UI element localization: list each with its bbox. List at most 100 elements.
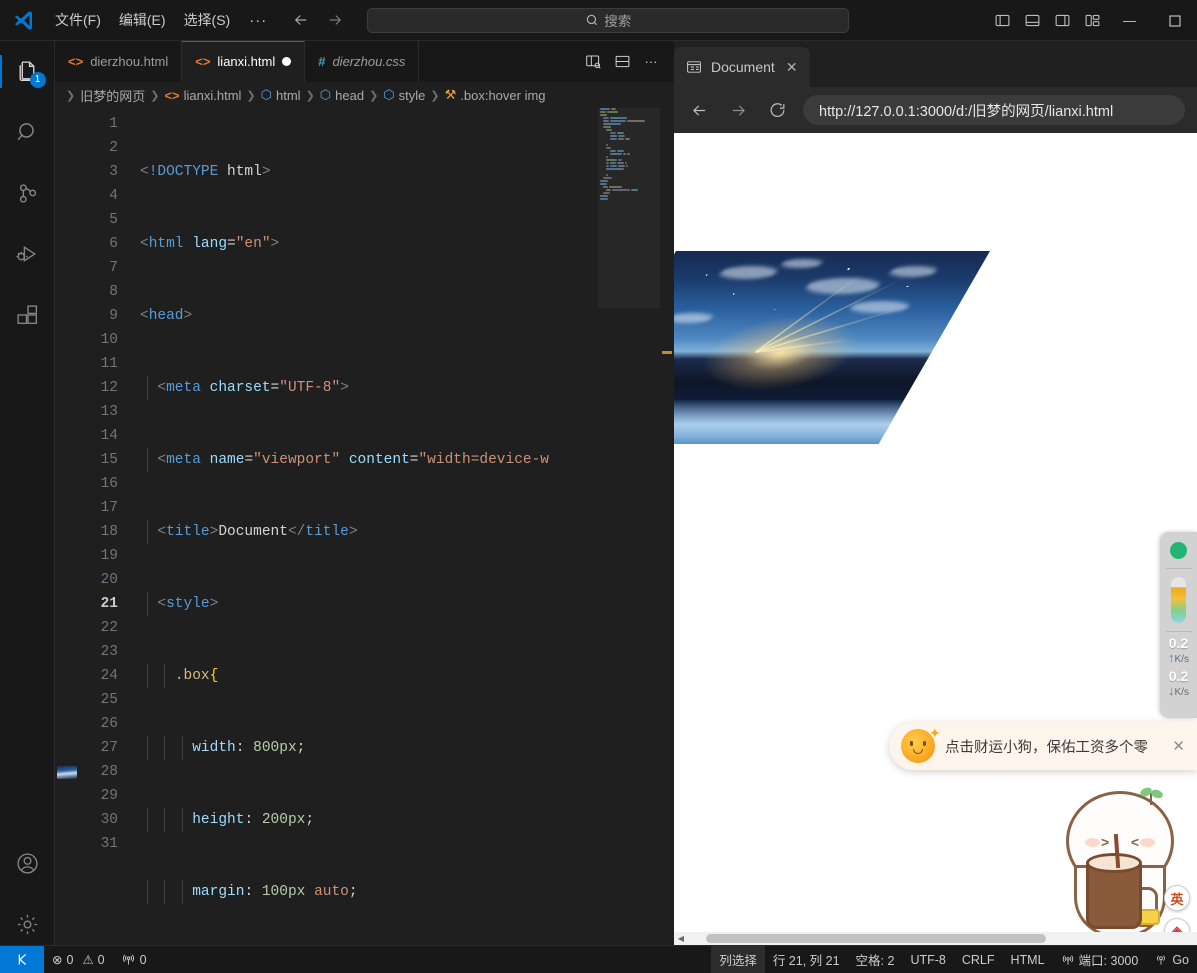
url-text: http://127.0.0.1:3000/d:/旧梦的网页/lianxi.ht…	[819, 103, 1114, 120]
minimap-slider[interactable]	[598, 108, 660, 308]
editor-tab-lianxi-html[interactable]: <> lianxi.html	[182, 41, 306, 82]
editor-scrollbar[interactable]	[660, 108, 674, 945]
menu-select[interactable]: 选择(S)	[175, 7, 240, 33]
window-minimize-button[interactable]: —	[1107, 0, 1152, 41]
menu-select-label: 选择(S)	[183, 12, 231, 28]
browser-horizontal-scrollbar[interactable]: ◀	[674, 932, 1197, 945]
ime-mode-badge[interactable]: 英	[1164, 885, 1190, 911]
code-content[interactable]: <!DOCTYPE html> <html lang="en"> <head> …	[140, 108, 674, 945]
line-number: 20	[100, 572, 118, 588]
sparkle-icon: ✦	[929, 725, 941, 741]
vscode-window: 文件(F) 编辑(E) 选择(S) ··· 搜索 — 1 <> dierzhou…	[0, 0, 1197, 973]
sidebar-item-source-control[interactable]	[0, 163, 55, 224]
search-icon	[17, 123, 34, 141]
status-eol[interactable]: CRLF	[954, 946, 1003, 973]
line-number: 24	[100, 668, 118, 684]
window-maximize-button[interactable]	[1152, 0, 1197, 41]
ime-mascot[interactable]: > < 英 ◈	[1060, 785, 1190, 945]
sidebar-item-explorer[interactable]: 1	[0, 41, 55, 102]
run-debug-icon	[16, 245, 36, 262]
code-line: <title>Document</title>	[140, 520, 674, 544]
breadcrumb-item-folder[interactable]: 旧梦的网页	[80, 86, 145, 105]
customize-layout-icon[interactable]	[1077, 6, 1107, 36]
status-language-mode[interactable]: HTML	[1003, 946, 1053, 973]
scroll-left-arrow-icon[interactable]: ◀	[674, 934, 688, 943]
line-number: 31	[100, 836, 118, 852]
line-number: 5	[109, 212, 118, 228]
titlebar-right-controls: —	[987, 0, 1197, 41]
source-control-icon	[19, 184, 36, 203]
sidebar-item-search[interactable]	[0, 102, 55, 163]
editor-more-actions-icon[interactable]: ···	[638, 49, 664, 75]
sun-eye-left	[910, 741, 913, 746]
breadcrumb-item-head[interactable]: ⬡ head	[320, 87, 364, 103]
html-file-icon: <>	[164, 87, 180, 103]
line-number: 14	[100, 428, 118, 444]
divider	[1165, 631, 1192, 632]
upload-unit: K/s	[1174, 653, 1189, 665]
unsaved-indicator-icon[interactable]	[282, 57, 292, 66]
ports-count: 0	[139, 952, 147, 967]
browser-back-icon[interactable]	[686, 97, 712, 123]
account-icon	[16, 853, 38, 874]
code-line: height: 200px;	[140, 808, 674, 832]
code-line: <!DOCTYPE html>	[140, 164, 271, 180]
go-back-icon[interactable]	[289, 8, 313, 32]
status-port-forward[interactable]: 端口: 3000	[1053, 946, 1147, 973]
go-live-label: Go	[1172, 952, 1189, 967]
menu-more-button[interactable]: ···	[239, 9, 277, 32]
close-icon[interactable]: ✕	[1172, 737, 1185, 755]
command-search-input[interactable]: 搜索	[367, 7, 850, 33]
toggle-panel-icon[interactable]	[1017, 6, 1047, 36]
code-editor[interactable]: 1 2 3 4 5 6 7 8 9 10 11 12 13 14 15 16 17 18 19 20 21 22 23 24 2…	[55, 108, 674, 945]
line-number: 17	[100, 500, 118, 516]
status-problems[interactable]: ⊗ 0 ⚠ 0	[44, 946, 113, 973]
remote-window-button[interactable]	[0, 945, 44, 973]
status-indentation[interactable]: 空格: 2	[848, 946, 903, 973]
split-editor-down-icon[interactable]	[609, 49, 635, 75]
line-number: 9	[109, 308, 118, 324]
editor-tab-dierzhou-css[interactable]: # dierzhou.css	[305, 41, 420, 82]
menu-edit[interactable]: 编辑(E)	[110, 7, 175, 33]
browser-forward-icon[interactable]	[725, 97, 751, 123]
scrollbar-thumb[interactable]	[706, 934, 1046, 943]
breadcrumb-chevron-icon: ❯	[369, 89, 379, 102]
network-speed-widget[interactable]: 0.2 ↑K/s 0.2 ↓K/s	[1160, 532, 1197, 718]
browser-url-input[interactable]: http://127.0.0.1:3000/d:/旧梦的网页/lianxi.ht…	[803, 95, 1185, 125]
sidebar-item-extensions[interactable]	[0, 285, 55, 346]
breadcrumb-item-selector[interactable]: ⚒ .box:hover img	[445, 87, 546, 103]
breadcrumb-item-file[interactable]: <> lianxi.html	[164, 88, 241, 103]
accounts-button[interactable]	[0, 833, 55, 894]
code-line: <html lang="en">	[140, 236, 280, 252]
browser-tab-title: Document	[711, 59, 775, 75]
editor-tab-dierzhou-html[interactable]: <> dierzhou.html	[55, 41, 183, 82]
status-ports[interactable]: 0	[113, 946, 155, 973]
menu-file-label: 文件(F)	[55, 12, 101, 28]
go-forward-icon[interactable]	[323, 8, 347, 32]
status-encoding[interactable]: UTF-8	[902, 946, 953, 973]
line-number: 21	[100, 596, 118, 612]
boba-cup	[1086, 833, 1142, 929]
status-column-selection[interactable]: 列选择	[711, 945, 765, 973]
code-line: <style>	[140, 592, 674, 616]
notification-toast[interactable]: ✦ 点击财运小狗，保佑工资多个零 ✕	[889, 722, 1197, 770]
close-icon[interactable]: ✕	[786, 59, 798, 76]
line-number: 4	[109, 188, 118, 204]
status-cursor-position[interactable]: 行 21, 列 21	[765, 946, 848, 973]
open-preview-icon[interactable]	[580, 49, 606, 75]
menu-file[interactable]: 文件(F)	[46, 7, 110, 33]
line-number-gutter: 1 2 3 4 5 6 7 8 9 10 11 12 13 14 15 16 17 18 19 20 21 22 23 24 2…	[55, 108, 140, 945]
browser-reload-icon[interactable]	[764, 97, 790, 123]
breadcrumb: ❯ 旧梦的网页 ❯ <> lianxi.html ❯ ⬡ html ❯ ⬡ he…	[55, 82, 674, 108]
status-go-live[interactable]: Go	[1146, 946, 1197, 973]
breadcrumb-item-html[interactable]: ⬡ html	[261, 87, 301, 103]
code-line: <meta charset="UTF-8">	[140, 376, 674, 400]
breadcrumb-item-style[interactable]: ⬡ style	[383, 87, 425, 103]
toggle-primary-sidebar-icon[interactable]	[987, 6, 1017, 36]
vscode-logo-icon	[0, 9, 46, 32]
toggle-secondary-sidebar-icon[interactable]	[1047, 6, 1077, 36]
editor-minimap[interactable]	[598, 108, 660, 945]
status-bar: ⊗ 0 ⚠ 0 0 列选择 行 21, 列 21 空格: 2 UTF-8 CRL…	[0, 945, 1197, 973]
browser-tab-document[interactable]: Document ✕	[674, 47, 810, 87]
sidebar-item-run-and-debug[interactable]	[0, 224, 55, 285]
